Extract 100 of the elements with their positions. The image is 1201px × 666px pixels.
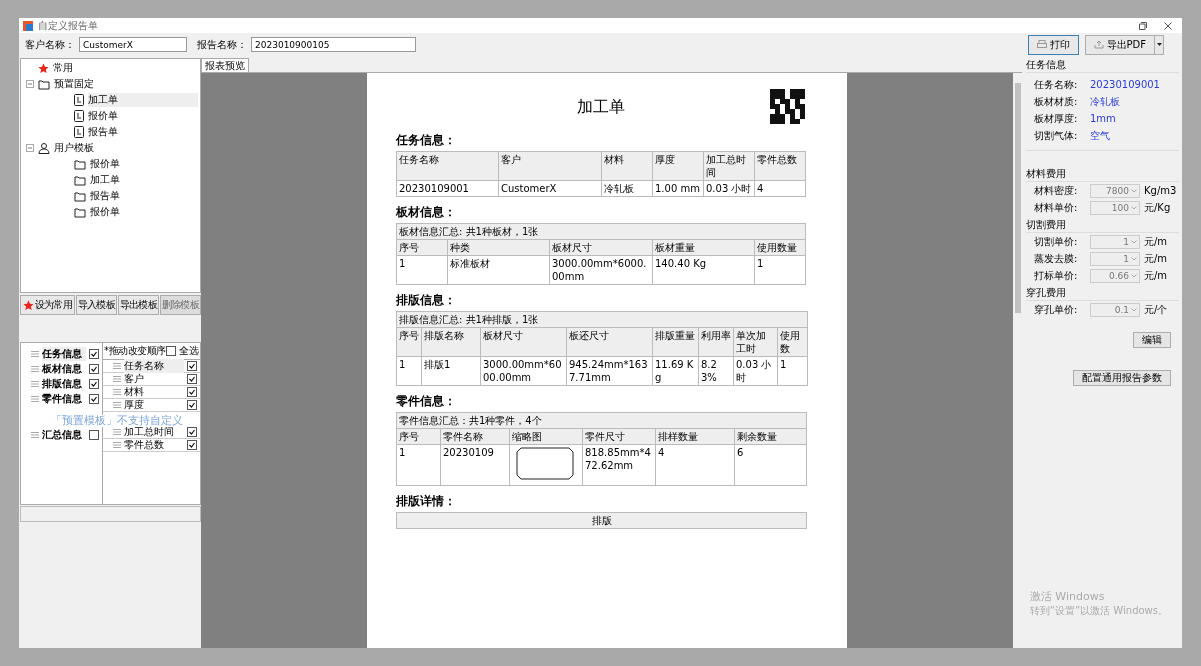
folder-icon xyxy=(74,174,86,186)
folder-icon xyxy=(74,206,86,218)
template-button[interactable]: 设为常用 xyxy=(20,295,75,315)
table-header: 序号 xyxy=(396,327,422,357)
checkbox[interactable] xyxy=(89,429,99,440)
table-header: 板还尺寸 xyxy=(566,327,653,357)
field-label: 切割单价: xyxy=(1034,234,1079,249)
checkbox[interactable] xyxy=(187,427,197,437)
drag-handle-icon[interactable] xyxy=(31,365,39,372)
tree-item[interactable]: 报价单 xyxy=(88,109,118,123)
tree-item[interactable]: 用户模板 xyxy=(54,141,94,155)
table-cell: 板材信息汇总: 共1种板材，1张 xyxy=(396,223,806,240)
field-label: 穿孔单价: xyxy=(1034,302,1079,317)
tab[interactable]: 报表预览 xyxy=(201,58,249,72)
table-cell: 3000.00mm*6000.00mm xyxy=(480,356,567,386)
section-heading: 任务信息： xyxy=(396,132,457,149)
section-item[interactable]: 排版信息 xyxy=(42,376,86,391)
field-item[interactable]: 任务名称 xyxy=(124,359,184,373)
config-button[interactable]: 配置通用报告参数 xyxy=(1073,370,1171,386)
info-value: 1mm xyxy=(1090,113,1116,124)
checkbox[interactable] xyxy=(187,374,197,384)
field-label: 材料单价: xyxy=(1034,200,1079,215)
table-cell: 1 xyxy=(396,444,441,486)
combo-box[interactable]: 1 xyxy=(1090,234,1140,249)
drag-handle-icon[interactable] xyxy=(113,376,121,382)
combo-box[interactable]: 0.66 xyxy=(1090,268,1140,283)
text-field[interactable]: 2023010900105 xyxy=(251,37,416,52)
checkbox[interactable] xyxy=(187,440,197,450)
checkbox-label: 全选 xyxy=(179,344,199,358)
checkbox[interactable] xyxy=(89,348,99,359)
document-icon xyxy=(74,110,84,122)
drag-handle-icon[interactable] xyxy=(31,431,39,438)
field-item[interactable]: 厚度 xyxy=(124,398,184,412)
drag-handle-icon[interactable] xyxy=(113,429,121,435)
table-header: 任务名称 xyxy=(396,151,499,181)
checkbox[interactable] xyxy=(166,346,176,356)
combo-box[interactable]: 1 xyxy=(1090,251,1140,266)
drag-handle-icon[interactable] xyxy=(31,350,39,357)
drag-handle-icon[interactable] xyxy=(113,389,121,395)
table-cell: 140.40 Kg xyxy=(652,255,755,285)
tree-item[interactable]: 加工单 xyxy=(88,93,198,107)
template-button[interactable]: 导入模板 xyxy=(76,295,117,315)
text-field[interactable]: CustomerX xyxy=(79,37,187,52)
tree-item[interactable]: 报价单 xyxy=(90,205,120,219)
field-label: 客户名称： xyxy=(25,37,75,52)
table-cell: 3000.00mm*6000.00mm xyxy=(549,255,653,285)
restore-button[interactable] xyxy=(1139,21,1147,30)
print-button[interactable]: 打印 xyxy=(1027,34,1079,55)
template-button[interactable]: 导出模板 xyxy=(118,295,159,315)
export-button[interactable]: 导出PDF xyxy=(1084,34,1155,55)
star-icon xyxy=(38,62,49,74)
report-title: 加工单 xyxy=(577,97,625,118)
field-item[interactable]: 加工总时间 xyxy=(124,425,184,439)
section-item[interactable]: 零件信息 xyxy=(42,391,86,406)
tree-item[interactable]: 加工单 xyxy=(90,173,120,187)
close-button[interactable] xyxy=(1164,21,1172,30)
checkbox[interactable] xyxy=(89,378,99,389)
combo-box[interactable]: 100 xyxy=(1090,200,1140,215)
field-item[interactable]: 客户 xyxy=(124,372,184,386)
table-cell: 1 xyxy=(396,255,448,285)
drag-handle-icon[interactable] xyxy=(113,363,121,369)
tree-item[interactable]: 常用 xyxy=(53,61,73,75)
drag-handle-icon[interactable] xyxy=(113,442,121,448)
section-item[interactable]: 板材信息 xyxy=(42,361,86,376)
checkbox[interactable] xyxy=(187,387,197,397)
field-item[interactable]: 材料 xyxy=(124,385,184,399)
checkbox[interactable] xyxy=(89,393,99,404)
collapse-toggle-icon[interactable] xyxy=(26,80,34,88)
edit-button[interactable]: 编辑 xyxy=(1133,332,1171,348)
section-item[interactable]: 汇总信息 xyxy=(42,427,86,442)
combo-box[interactable]: 0.1 xyxy=(1090,302,1140,317)
checkbox[interactable] xyxy=(89,363,99,374)
tree-item[interactable]: 报价单 xyxy=(90,157,120,171)
tree-item[interactable]: 报告单 xyxy=(90,189,120,203)
checkbox[interactable] xyxy=(187,400,197,410)
section-item[interactable]: 任务信息 xyxy=(42,346,86,361)
table-cell: 818.85mm*472.62mm xyxy=(582,444,656,486)
table-cell: 排版1 xyxy=(421,356,481,386)
table-header: 厚度 xyxy=(652,151,704,181)
info-label: 切割气体: xyxy=(1034,128,1079,143)
field-label: 报告名称： xyxy=(197,37,247,52)
field-item[interactable]: 零件总数 xyxy=(124,438,184,452)
unit-label: 元/m xyxy=(1144,234,1168,249)
caret-icon xyxy=(1156,43,1162,46)
drag-handle-icon[interactable] xyxy=(31,380,39,387)
drag-handle-icon[interactable] xyxy=(113,402,121,408)
combo-box[interactable]: 7800 xyxy=(1090,183,1140,198)
table-header: 板材尺寸 xyxy=(480,327,567,357)
table-header: 零件总数 xyxy=(754,151,806,181)
dropdown-button[interactable] xyxy=(1154,34,1164,55)
watermark-title: 激活 Windows xyxy=(1029,589,1106,604)
unit-label: 元/m xyxy=(1144,251,1168,266)
drag-handle-icon[interactable] xyxy=(31,395,39,402)
table-cell: 零件信息汇总：共1种零件，4个 xyxy=(396,412,807,429)
checkbox[interactable] xyxy=(187,361,197,371)
tree-item[interactable]: 预置固定 xyxy=(54,77,94,91)
section-heading: 板材信息： xyxy=(396,204,457,221)
info-value: 冷轧板 xyxy=(1090,94,1120,109)
collapse-toggle-icon[interactable] xyxy=(26,144,34,152)
tree-item[interactable]: 报告单 xyxy=(88,125,118,139)
